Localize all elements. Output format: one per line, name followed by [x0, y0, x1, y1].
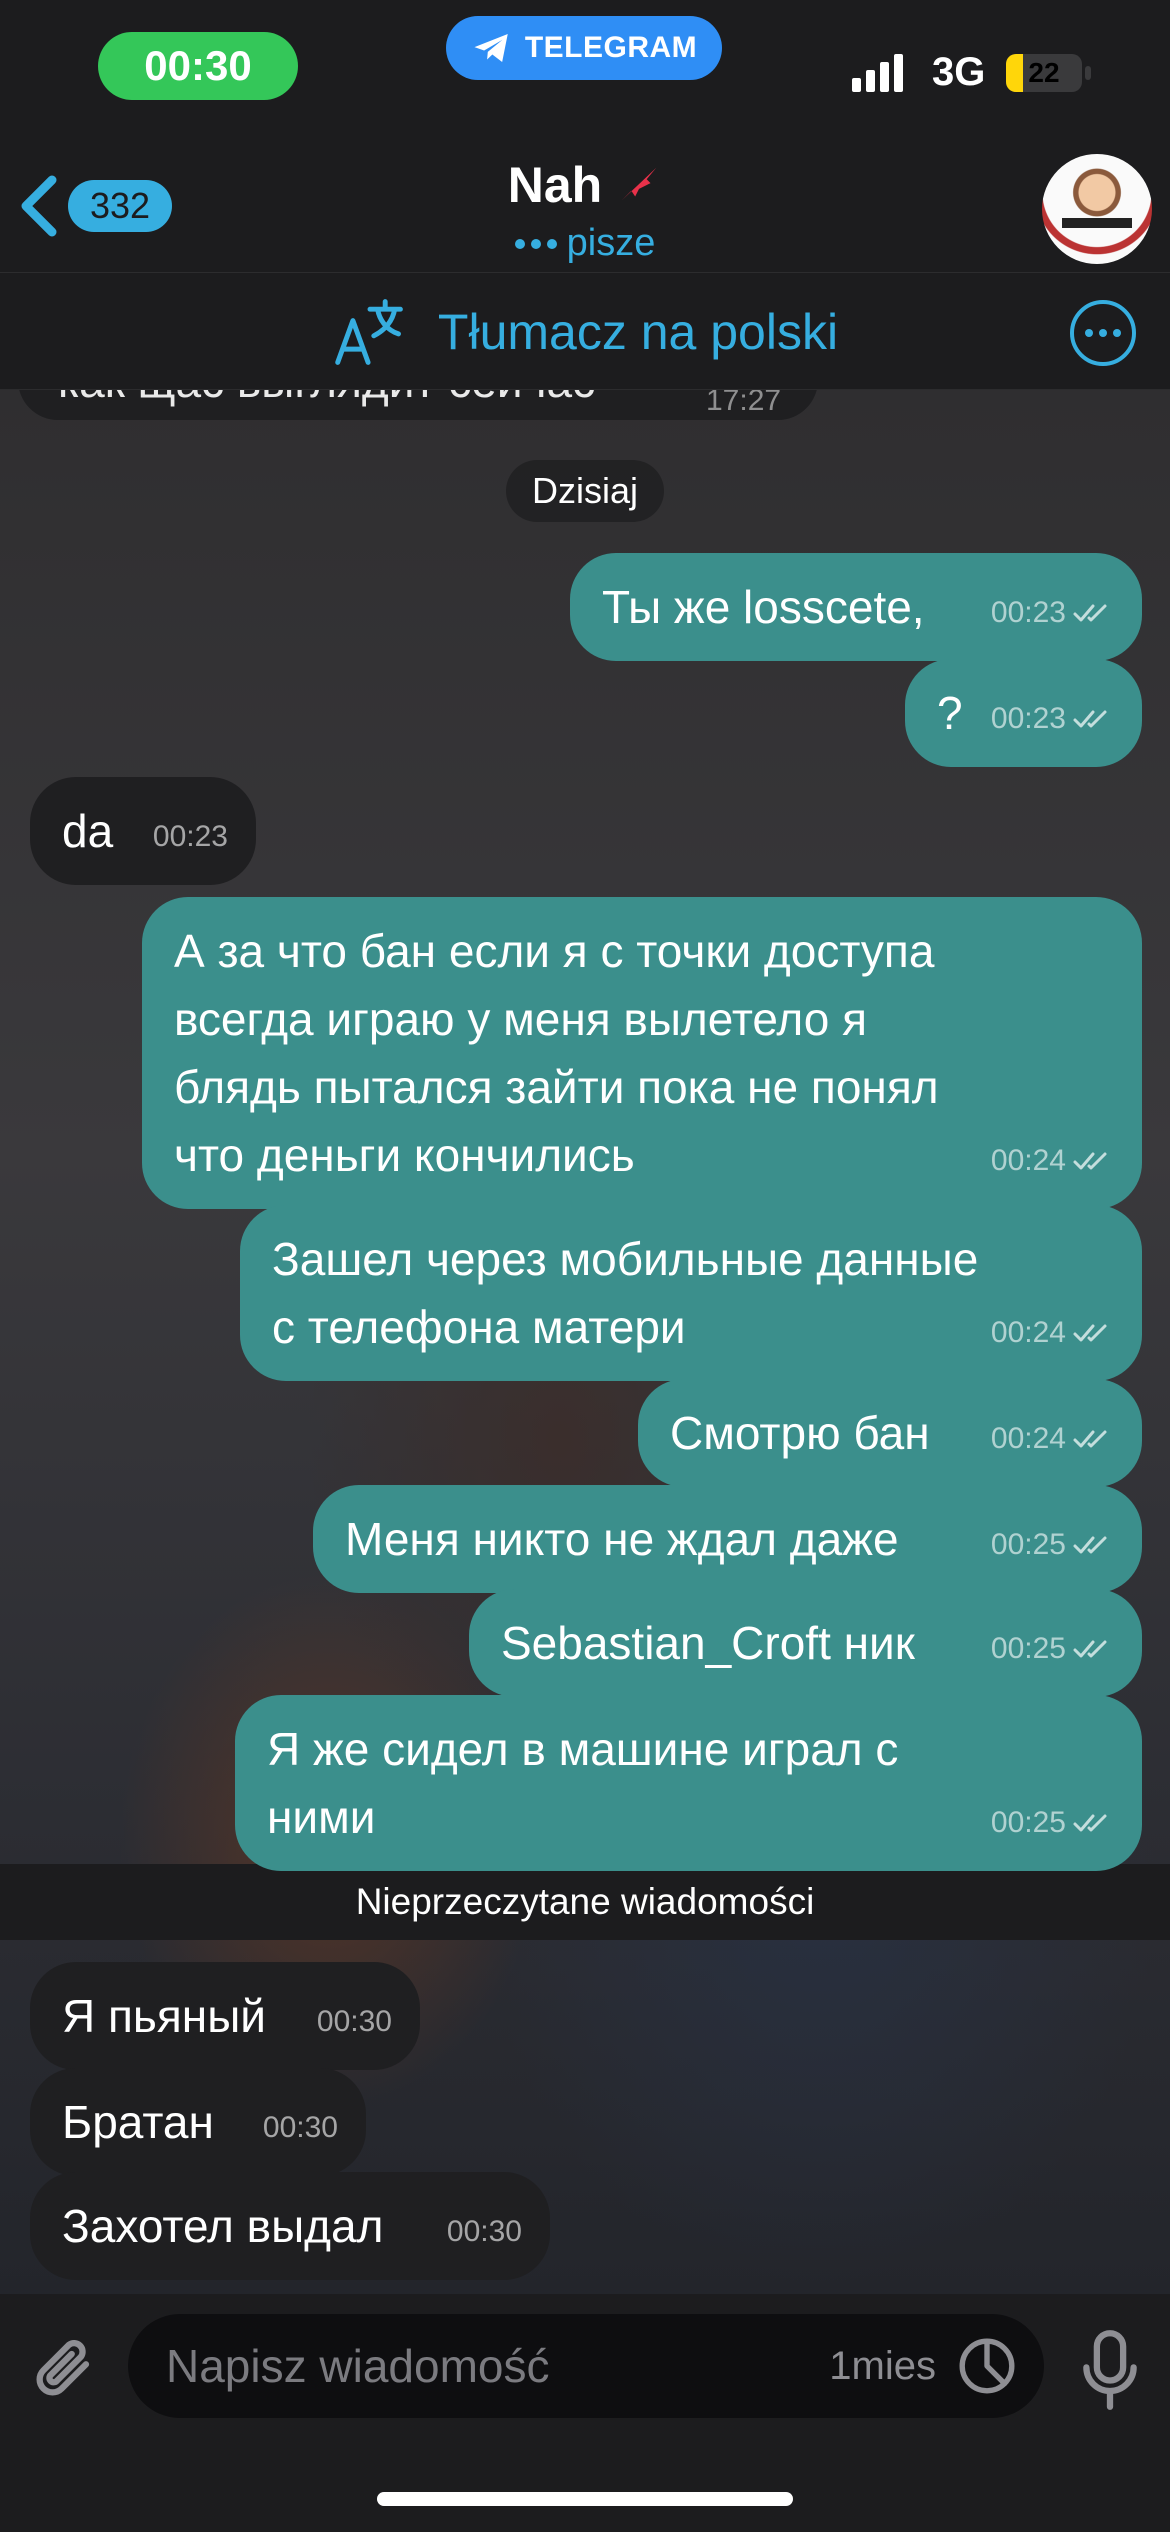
outgoing-message[interactable]: Sebastian_Croft ник 00:25 — [469, 1589, 1142, 1697]
message-meta: 00:25 — [991, 1615, 1114, 1683]
chat-area[interactable]: как щас выглядит сейчас 17:27 Dzisiaj Ni… — [0, 390, 1170, 2294]
partial-message-time: 17:27 — [706, 390, 782, 417]
message-time: 00:25 — [990, 1806, 1066, 1839]
outgoing-message[interactable]: Зашел через мобильные данные с телефона … — [240, 1205, 1142, 1381]
chat-title-area[interactable]: Nah pisze — [0, 156, 1170, 265]
app-pill[interactable]: TELEGRAM — [446, 16, 722, 80]
message-time: 00:24 — [990, 1316, 1066, 1349]
outgoing-message[interactable]: Я же сидел в машине играл с ними 00:25 — [235, 1695, 1142, 1871]
message-meta: 00:23 — [153, 803, 228, 871]
message-time: 00:24 — [990, 1144, 1066, 1177]
message-meta: 00:25 — [991, 1789, 1114, 1857]
message-input[interactable]: Napisz wiadomość 1mies — [128, 2314, 1044, 2418]
message-text: Я же сидел в машине играл с ними — [267, 1723, 899, 1843]
signal-icon — [852, 52, 903, 92]
typing-dots-icon — [514, 238, 557, 249]
message-meta: 00:23 — [991, 685, 1114, 753]
date-separator: Dzisiaj — [506, 460, 664, 522]
message-meta: 00:24 — [991, 1405, 1114, 1473]
message-text: Захотел выдал — [62, 2200, 384, 2252]
message-meta: 00:25 — [991, 1511, 1114, 1579]
translate-button[interactable]: Tłumacz na polski — [0, 273, 1170, 391]
message-time: 00:25 — [990, 1632, 1066, 1665]
battery-percent: 22 — [1028, 57, 1060, 88]
message-time: 00:23 — [990, 702, 1066, 735]
chat-status: pisze — [0, 222, 1170, 265]
message-text: А за что бан если я с точки доступа всег… — [174, 925, 939, 1181]
message-text: Смотрю бан — [670, 1407, 930, 1459]
double-check-icon — [1073, 1536, 1107, 1554]
message-meta: 00:30 — [263, 2094, 338, 2162]
status-bar: 00:30 TELEGRAM 3G 22 — [0, 0, 1170, 140]
message-time: 00:23 — [990, 596, 1066, 629]
chat-header: 332 Nah pisze — [0, 140, 1170, 272]
translate-bar: Tłumacz na polski — [0, 272, 1170, 390]
message-time: 00:30 — [316, 2005, 392, 2038]
message-meta: 00:24 — [991, 1127, 1114, 1195]
network-type: 3G — [932, 50, 986, 94]
telegram-icon — [474, 34, 508, 62]
more-button[interactable] — [1070, 300, 1136, 366]
outgoing-message[interactable]: А за что бан если я с точки доступа всег… — [142, 897, 1142, 1209]
message-text: Ты же losscete, — [602, 581, 925, 633]
battery-icon: 22 — [1006, 54, 1082, 92]
timer-icon[interactable] — [956, 2335, 1018, 2397]
outgoing-message[interactable]: Ты же losscete, 00:23 — [570, 553, 1142, 661]
message-time: 00:25 — [990, 1528, 1066, 1561]
outgoing-message[interactable]: Смотрю бан 00:24 — [638, 1379, 1142, 1487]
home-indicator[interactable] — [377, 2492, 793, 2506]
double-check-icon — [1073, 1152, 1107, 1170]
message-text: Я пьяный — [62, 1990, 266, 2042]
incoming-message[interactable]: da 00:23 — [30, 777, 256, 885]
message-meta: 00:23 — [991, 579, 1114, 647]
message-time: 00:30 — [446, 2215, 522, 2248]
double-check-icon — [1073, 1430, 1107, 1448]
timer-label[interactable]: 1mies — [829, 2344, 936, 2389]
translate-label: Tłumacz na polski — [437, 304, 839, 360]
double-check-icon — [1073, 1324, 1107, 1342]
incoming-message[interactable]: Я пьяный 00:30 — [30, 1962, 420, 2070]
unread-divider: Nieprzeczytane wiadomości — [0, 1864, 1170, 1940]
battery-tip — [1085, 66, 1091, 80]
message-text: Зашел через мобильные данные с телефона … — [272, 1233, 979, 1353]
incoming-message[interactable]: Захотел выдал 00:30 — [30, 2172, 550, 2280]
message-text: Sebastian_Croft ник — [501, 1617, 915, 1669]
message-time: 00:23 — [152, 820, 228, 853]
more-icon — [1085, 329, 1093, 337]
incoming-message[interactable]: Братан 00:30 — [30, 2068, 366, 2176]
message-time: 00:30 — [262, 2111, 338, 2144]
app-pill-label: TELEGRAM — [524, 31, 698, 64]
message-meta: 00:24 — [991, 1299, 1114, 1367]
chat-status-text: pisze — [566, 222, 656, 264]
message-text: da — [62, 805, 114, 857]
message-text: Меня никто не ждал даже — [345, 1513, 899, 1565]
double-check-icon — [1073, 1640, 1107, 1658]
outgoing-message[interactable]: ? 00:23 — [905, 659, 1142, 767]
chat-name: Nah — [507, 157, 603, 213]
double-check-icon — [1073, 604, 1107, 622]
paperclip-icon[interactable] — [30, 2330, 102, 2410]
message-meta: 00:30 — [447, 2198, 522, 2266]
message-text: ? — [937, 687, 963, 739]
double-check-icon — [1073, 710, 1107, 728]
microphone-icon[interactable] — [1080, 2328, 1140, 2412]
avatar[interactable] — [1042, 154, 1152, 264]
double-check-icon — [1073, 1814, 1107, 1832]
arrow-badge-icon — [621, 167, 657, 201]
message-meta: 00:30 — [317, 1988, 392, 2056]
message-input-placeholder: Napisz wiadomość — [166, 2340, 550, 2392]
message-text: Братан — [62, 2096, 214, 2148]
partial-message-text: как щас выглядит сейчас — [58, 390, 595, 408]
message-time: 00:24 — [990, 1422, 1066, 1455]
input-bar: Napisz wiadomość 1mies — [0, 2294, 1170, 2532]
translate-icon — [335, 299, 403, 365]
outgoing-message[interactable]: Меня никто не ждал даже 00:25 — [313, 1485, 1142, 1593]
status-time[interactable]: 00:30 — [98, 32, 298, 100]
